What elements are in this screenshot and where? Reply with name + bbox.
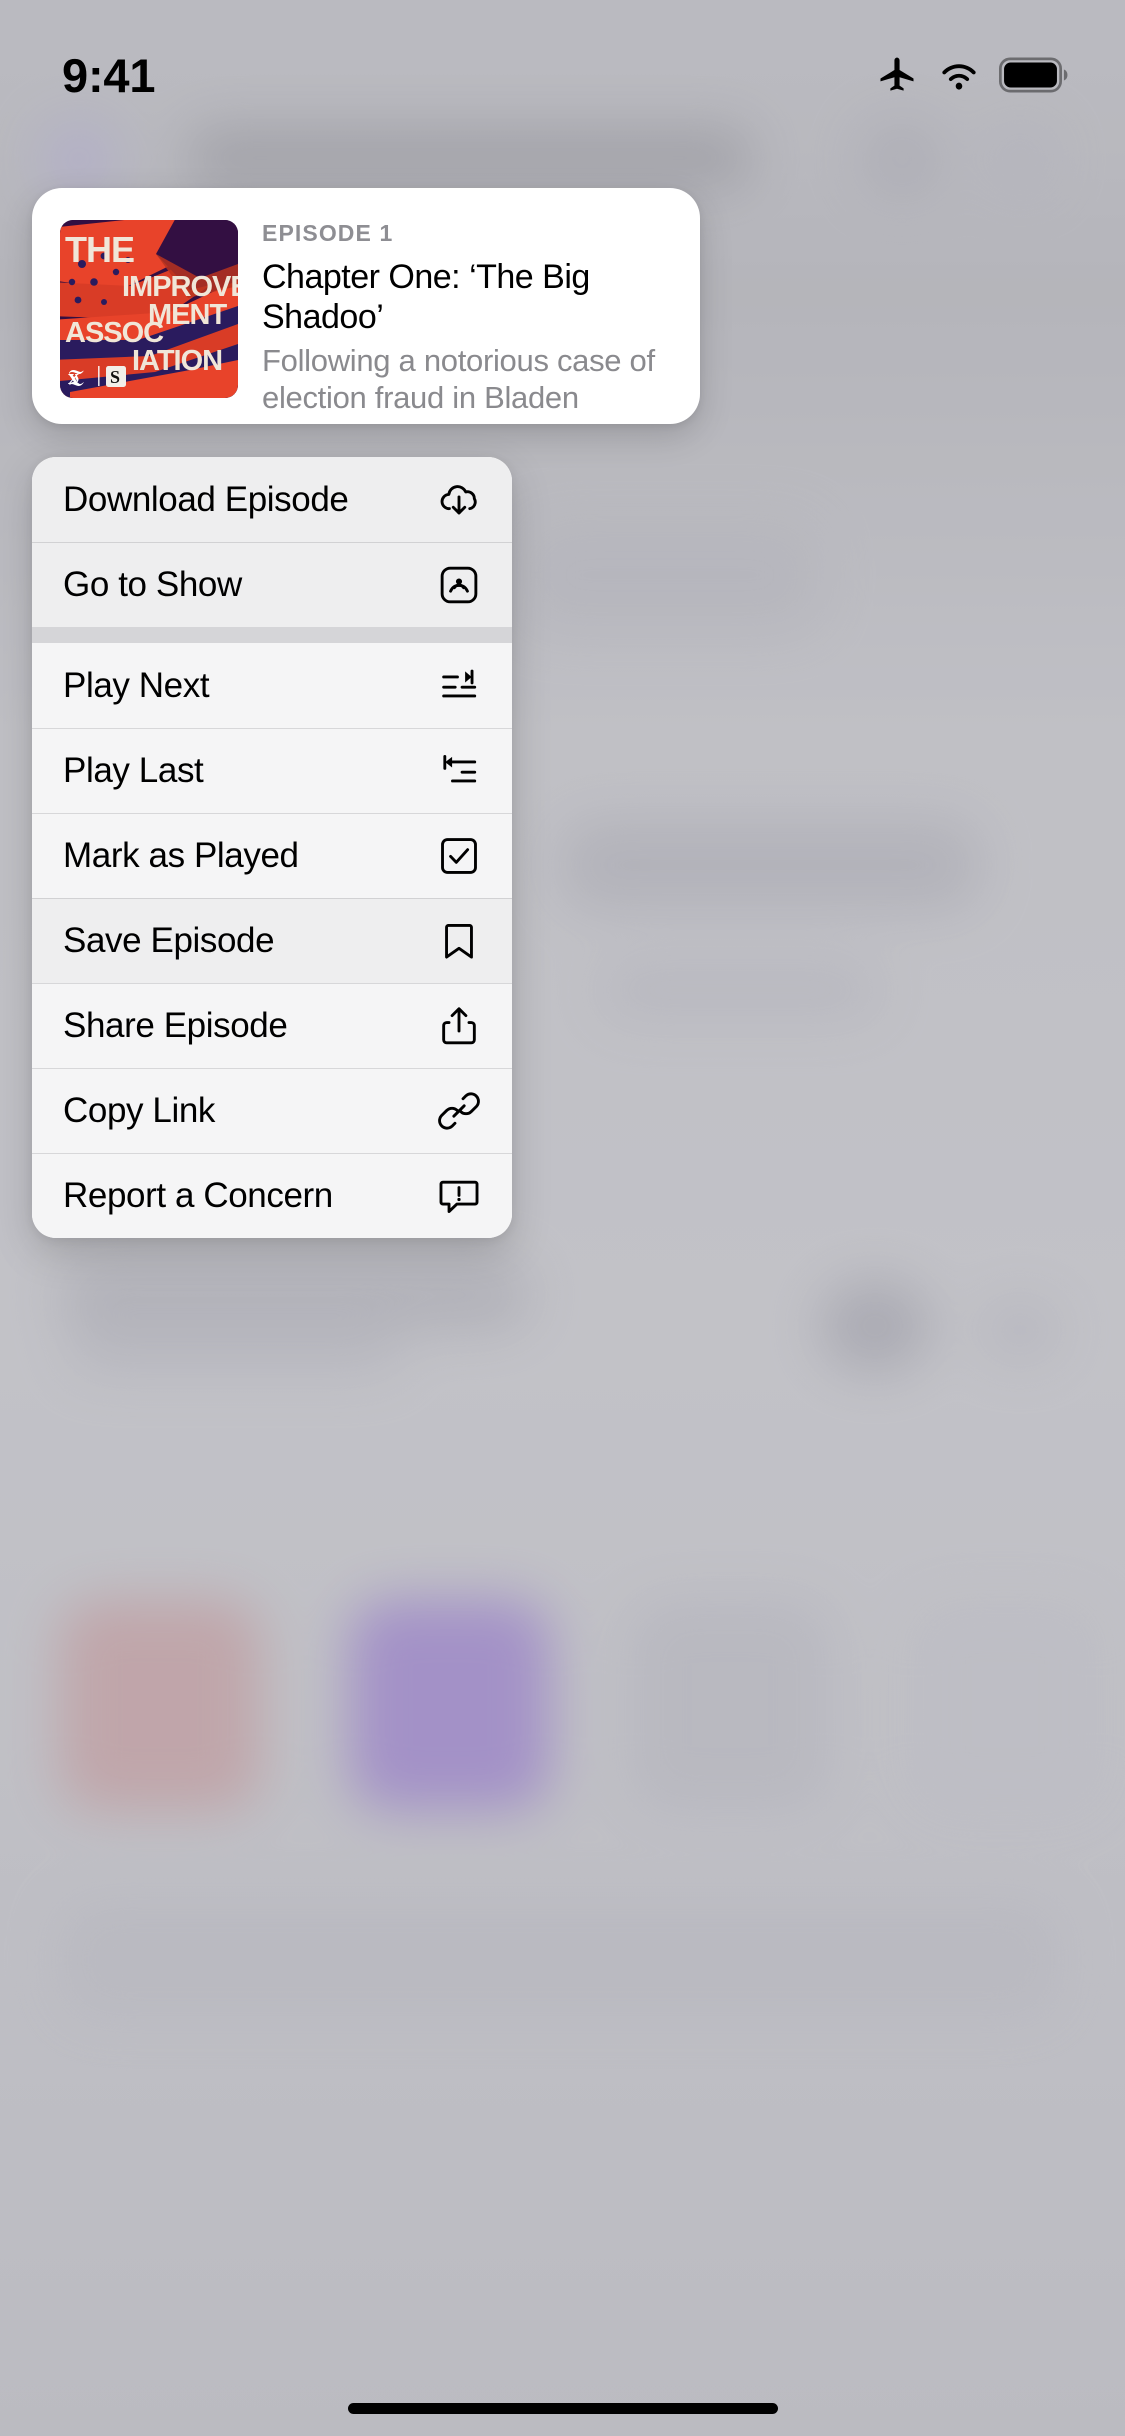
menu-item-download-episode[interactable]: Download Episode <box>32 457 512 542</box>
wifi-icon <box>936 53 982 97</box>
episode-title: Chapter One: ‘The Big Shadoo’ <box>262 258 590 336</box>
play-next-icon <box>436 663 482 709</box>
menu-item-label: Copy Link <box>63 1091 216 1130</box>
menu-item-label: Share Episode <box>63 1006 288 1045</box>
svg-text:S: S <box>110 367 120 387</box>
battery-icon <box>999 57 1069 93</box>
menu-item-mark-as-played[interactable]: Mark as Played <box>32 813 512 898</box>
play-last-icon <box>436 748 482 794</box>
menu-item-label: Play Next <box>63 666 210 705</box>
episode-description: Following a notorious case of election f… <box>262 342 655 420</box>
episode-text-block: EPISODE 1 Chapter One: ‘The Big Shadoo’ … <box>262 220 674 420</box>
menu-item-label: Go to Show <box>63 565 242 604</box>
checkmark-box-icon <box>436 833 482 879</box>
nyt-t-logo: x 𝔗 <box>68 364 84 392</box>
episode-number-label: EPISODE 1 <box>262 220 394 246</box>
report-concern-icon <box>436 1173 482 1219</box>
menu-item-label: Play Last <box>63 751 204 790</box>
menu-item-save-episode[interactable]: Save Episode <box>32 898 512 983</box>
menu-item-report-a-concern[interactable]: Report a Concern <box>32 1153 512 1238</box>
menu-item-share-episode[interactable]: Share Episode <box>32 983 512 1068</box>
menu-group-separator <box>32 627 512 643</box>
menu-item-label: Save Episode <box>63 921 275 960</box>
status-bar-time: 9:41 <box>62 48 156 102</box>
airplane-mode-icon <box>875 53 919 97</box>
bookmark-icon <box>436 918 482 964</box>
svg-text:IATION: IATION <box>132 345 222 377</box>
podcast-artwork: THE IMPROVE MENT ASSOC IATION x 𝔗 S <box>60 220 238 398</box>
menu-item-label: Mark as Played <box>63 836 299 875</box>
menu-item-label: Download Episode <box>63 480 349 519</box>
menu-item-copy-link[interactable]: Copy Link <box>32 1068 512 1153</box>
menu-item-label: Report a Concern <box>63 1176 333 1215</box>
svg-text:THE: THE <box>65 229 134 270</box>
menu-item-play-last[interactable]: Play Last <box>32 728 512 813</box>
home-indicator <box>347 2403 778 2414</box>
menu-item-go-to-show[interactable]: Go to Show <box>32 542 512 627</box>
episode-preview-card[interactable]: THE IMPROVE MENT ASSOC IATION x 𝔗 S EPIS… <box>32 188 700 424</box>
podcast-show-icon <box>436 562 482 608</box>
svg-text:𝔗: 𝔗 <box>68 366 84 392</box>
share-icon <box>436 1003 482 1049</box>
status-bar: 9:41 <box>0 0 1125 132</box>
link-icon <box>436 1088 482 1134</box>
download-cloud-icon <box>436 477 482 523</box>
context-menu-group-1: Download Episode Go to Show <box>32 457 512 627</box>
context-menu[interactable]: Download Episode Go to Show Play Next Pl… <box>32 457 512 1238</box>
status-bar-indicators <box>875 53 1069 97</box>
context-menu-group-2: Play Next Play Last Mark as Played Save … <box>32 643 512 1238</box>
menu-item-play-next[interactable]: Play Next <box>32 643 512 728</box>
serial-s-logo: S <box>106 366 126 387</box>
